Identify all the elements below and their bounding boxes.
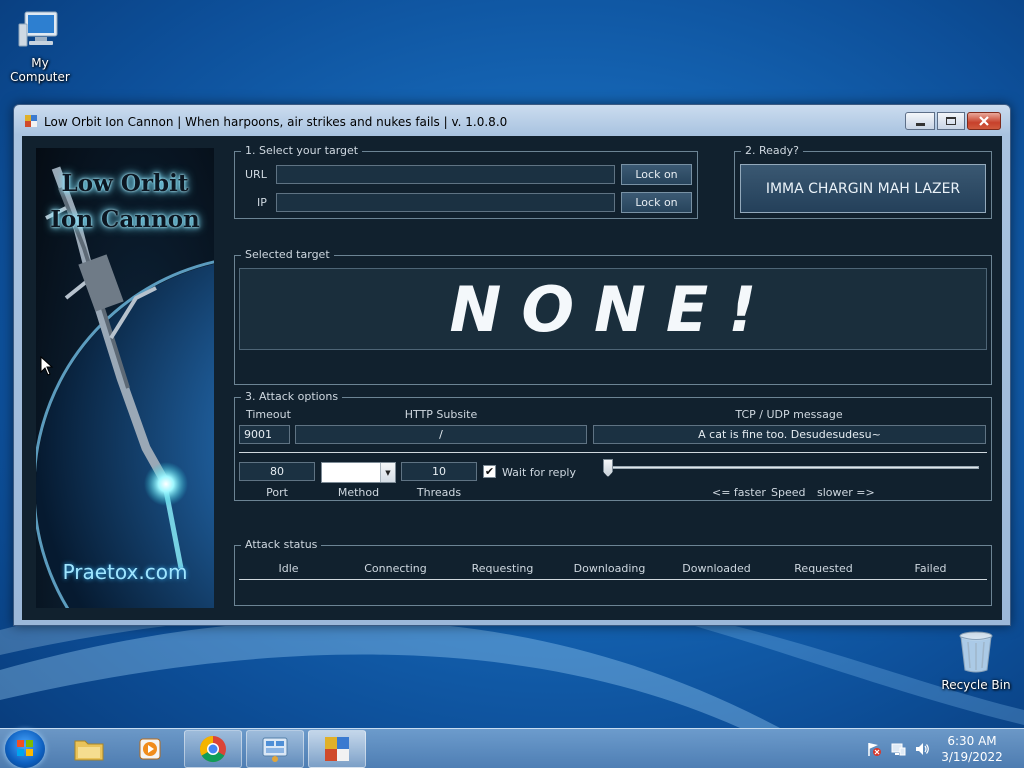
threads-label: Threads <box>416 486 462 499</box>
chrome-icon <box>199 735 226 763</box>
attack-status-group-title: Attack status <box>241 539 322 551</box>
volume-icon[interactable] <box>914 741 930 757</box>
status-idle: Idle <box>278 562 299 575</box>
action-center-flag-icon[interactable] <box>866 741 882 757</box>
loic-app-icon <box>325 737 349 761</box>
network-icon[interactable] <box>890 741 906 757</box>
checkmark-icon: ✔ <box>484 465 495 478</box>
taskbar-media-player[interactable] <box>121 730 179 768</box>
app-icon <box>24 114 38 128</box>
ready-group: 2. Ready? IMMA CHARGIN MAH LAZER <box>734 145 992 219</box>
selected-target-group-title: Selected target <box>241 249 334 261</box>
taskbar: 6:30 AM 3/19/2022 <box>0 728 1024 768</box>
http-subsite-label: HTTP Subsite <box>404 408 478 421</box>
close-icon <box>979 116 989 126</box>
mouse-cursor-icon <box>40 356 54 376</box>
taskbar-app[interactable] <box>246 730 304 768</box>
select-target-group-title: 1. Select your target <box>241 145 363 157</box>
chevron-down-icon: ▼ <box>380 463 395 482</box>
loic-window: Low Orbit Ion Cannon | When harpoons, ai… <box>13 104 1011 626</box>
speed-slower-label: slower => <box>817 486 875 499</box>
ip-label: IP <box>257 196 267 209</box>
speed-slider-track[interactable] <box>607 466 979 469</box>
taskbar-clock[interactable]: 6:30 AM 3/19/2022 <box>932 733 1012 765</box>
selected-target-display: NONE! <box>239 268 987 350</box>
window-title: Low Orbit Ion Cannon | When harpoons, ai… <box>44 115 508 129</box>
selected-target-value: NONE! <box>449 272 777 346</box>
speed-slider-thumb[interactable] <box>603 459 613 477</box>
port-label: Port <box>266 486 288 499</box>
status-downloading: Downloading <box>573 562 646 575</box>
lock-on-ip-button[interactable]: Lock on <box>621 192 692 213</box>
timeout-input[interactable] <box>239 425 290 444</box>
tcp-udp-message-label: TCP / UDP message <box>735 408 843 421</box>
logo-website: Praetox.com <box>62 560 188 584</box>
selected-target-group: Selected target NONE! <box>234 249 992 385</box>
recycle-bin-label: Recycle Bin <box>941 678 1011 692</box>
port-input[interactable] <box>239 462 315 481</box>
minimize-button[interactable] <box>905 112 935 130</box>
status-requested: Requested <box>794 562 853 575</box>
close-button[interactable] <box>967 112 1001 130</box>
clock-date: 3/19/2022 <box>941 750 1003 764</box>
media-player-icon <box>139 738 161 760</box>
method-label: Method <box>337 486 380 499</box>
attack-options-separator <box>239 452 987 453</box>
fire-lazer-button[interactable]: IMMA CHARGIN MAH LAZER <box>740 164 986 213</box>
attack-options-group: 3. Attack options Timeout HTTP Subsite T… <box>234 391 992 501</box>
speed-faster-label: <= faster <box>712 486 766 499</box>
computer-icon <box>17 8 63 52</box>
my-computer-shortcut[interactable]: My Computer <box>0 8 80 84</box>
select-target-group: 1. Select your target URL Lock on IP Loc… <box>234 145 698 219</box>
recycle-bin-shortcut[interactable]: Recycle Bin <box>936 630 1016 692</box>
my-computer-label: My Computer <box>10 56 70 84</box>
attack-status-group: Attack status Idle Connecting Requesting… <box>234 539 992 606</box>
status-failed: Failed <box>914 562 947 575</box>
url-input[interactable] <box>276 165 615 184</box>
control-panel-icon <box>262 737 288 762</box>
http-subsite-input[interactable] <box>295 425 587 444</box>
system-tray <box>866 729 930 768</box>
logo-title-line2: Ion Cannon <box>50 206 200 233</box>
status-downloaded: Downloaded <box>682 562 751 575</box>
taskbar-loic[interactable] <box>308 730 366 768</box>
speed-label: Speed <box>771 486 806 499</box>
logo-panel: Low Orbit Ion Cannon Praetox.com <box>36 148 214 608</box>
ip-input[interactable] <box>276 193 615 212</box>
timeout-label: Timeout <box>246 408 291 421</box>
wait-for-reply-checkbox[interactable]: ✔ <box>483 465 496 478</box>
wait-for-reply-label: Wait for reply <box>502 466 576 479</box>
maximize-icon <box>946 117 956 125</box>
clock-time: 6:30 AM <box>947 734 997 748</box>
ready-group-title: 2. Ready? <box>741 145 803 157</box>
url-label: URL <box>245 168 267 181</box>
recycle-bin-icon <box>956 630 996 674</box>
logo-title-line1: Low Orbit <box>61 170 189 197</box>
attack-status-separator <box>239 579 987 580</box>
taskbar-explorer[interactable] <box>60 730 118 768</box>
tcp-udp-message-input[interactable] <box>593 425 986 444</box>
attack-options-group-title: 3. Attack options <box>241 391 343 403</box>
app-client-area: Low Orbit Ion Cannon Praetox.com 1. Sele… <box>22 136 1002 620</box>
status-connecting: Connecting <box>364 562 427 575</box>
title-bar[interactable]: Low Orbit Ion Cannon | When harpoons, ai… <box>14 105 1010 137</box>
lock-on-url-button[interactable]: Lock on <box>621 164 692 185</box>
start-button[interactable] <box>5 730 45 768</box>
method-select[interactable]: ▼ <box>321 462 396 483</box>
taskbar-chrome[interactable] <box>184 730 242 768</box>
status-requesting: Requesting <box>471 562 534 575</box>
windows-logo-icon <box>17 740 33 756</box>
folder-icon <box>74 740 104 761</box>
minimize-icon <box>915 122 925 126</box>
maximize-button[interactable] <box>937 112 965 130</box>
threads-input[interactable] <box>401 462 477 481</box>
